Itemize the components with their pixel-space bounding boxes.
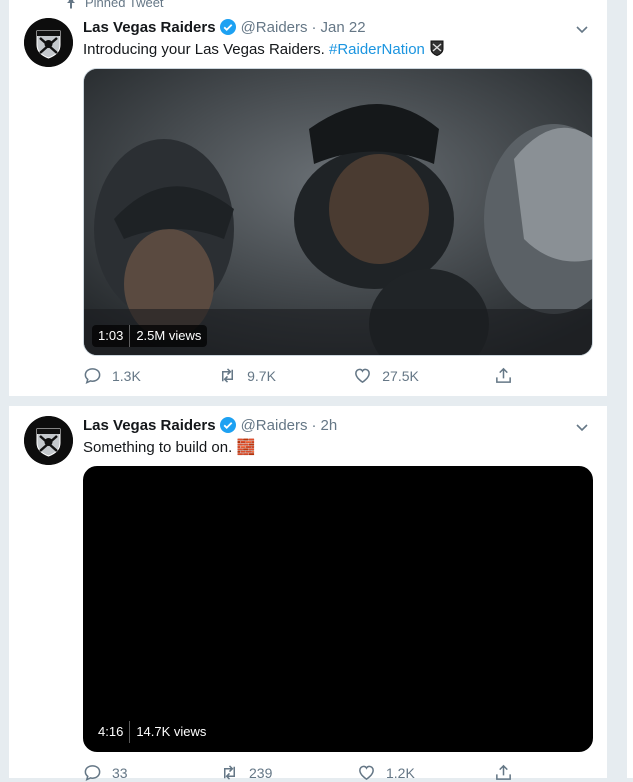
like-button[interactable]: 1.2K [357,763,417,782]
share-icon [496,367,511,383]
verified-badge-icon [219,417,236,433]
like-icon [355,368,371,384]
pinned-label: Pinned Tweet [85,0,164,10]
tweet-text: Introducing your Las Vegas Raiders. #Rai… [83,40,445,58]
tweet-body: Introducing your Las Vegas Raiders. [83,41,329,58]
author-name[interactable]: Las Vegas Raiders [83,19,216,36]
retweet-count: 239 [249,764,273,781]
video-views: 2.5M views [130,325,208,347]
tweet[interactable]: Las Vegas Raiders @Raiders · 2h Somethin… [9,406,607,782]
video-views: 14.7K views [130,721,213,743]
video-badge: 1:03 2.5M views [92,325,208,347]
avatar[interactable] [24,18,73,67]
like-count: 27.5K [382,367,419,384]
avatar[interactable] [24,416,73,465]
chevron-down-icon[interactable] [575,22,589,36]
raiders-shield-icon [24,18,73,67]
like-count: 1.2K [386,764,415,781]
reply-count: 33 [112,764,128,781]
tweet-separator [9,396,607,406]
retweet-button[interactable]: 9.7K [218,366,278,385]
tweet[interactable]: Pinned Tweet Las Vegas Raiders @Raiders … [9,0,607,396]
tweet-timestamp[interactable]: Jan 22 [321,19,366,36]
tweet-header: Las Vegas Raiders @Raiders · 2h [83,416,337,434]
tweet-body: Something to build on. [83,439,237,456]
retweet-button[interactable]: 239 [220,763,280,782]
video-duration: 1:03 [92,325,131,347]
retweet-count: 9.7K [247,367,276,384]
pin-icon [67,0,75,9]
tweet-header: Las Vegas Raiders @Raiders · Jan 22 [83,18,366,36]
separator-dot: · [311,18,317,36]
hashtag-link[interactable]: #RaiderNation [329,41,425,58]
tweet-timestamp[interactable]: 2h [321,417,338,434]
tweet-text: Something to build on. 🧱 [83,438,255,456]
retweet-icon [222,368,234,383]
reply-button[interactable]: 33 [83,763,143,782]
brick-emoji: 🧱 [236,439,256,456]
like-button[interactable]: 27.5K [353,366,419,385]
chevron-down-icon[interactable] [575,420,589,434]
raiders-shield-icon [430,40,444,57]
reply-icon [84,368,101,385]
video-badge: 4:16 14.7K views [92,721,213,743]
video-player[interactable]: 1:03 2.5M views [83,68,593,356]
reply-count: 1.3K [112,367,141,384]
video-duration: 4:16 [92,721,131,743]
tweet-actions: 33 239 1.2K [83,763,513,782]
pinned-indicator: Pinned Tweet [65,0,164,10]
author-name[interactable]: Las Vegas Raiders [83,417,216,434]
reply-icon [84,765,101,782]
verified-badge-icon [219,19,236,35]
author-handle[interactable]: @Raiders [241,19,308,36]
reply-button[interactable]: 1.3K [83,366,143,385]
video-player[interactable]: 4:16 14.7K views [83,466,593,752]
separator-dot: · [311,416,317,434]
share-button[interactable] [494,763,513,782]
timeline: Pinned Tweet Las Vegas Raiders @Raiders … [8,0,608,782]
like-icon [359,765,374,781]
right-sidebar-edge [627,0,633,778]
share-icon [496,764,511,780]
author-handle[interactable]: @Raiders [241,417,308,434]
share-button[interactable] [494,366,513,385]
tweet-actions: 1.3K 9.7K 27.5K [83,366,513,385]
video-thumbnail [84,69,592,355]
retweet-icon [223,765,236,780]
raiders-shield-icon [24,416,73,465]
